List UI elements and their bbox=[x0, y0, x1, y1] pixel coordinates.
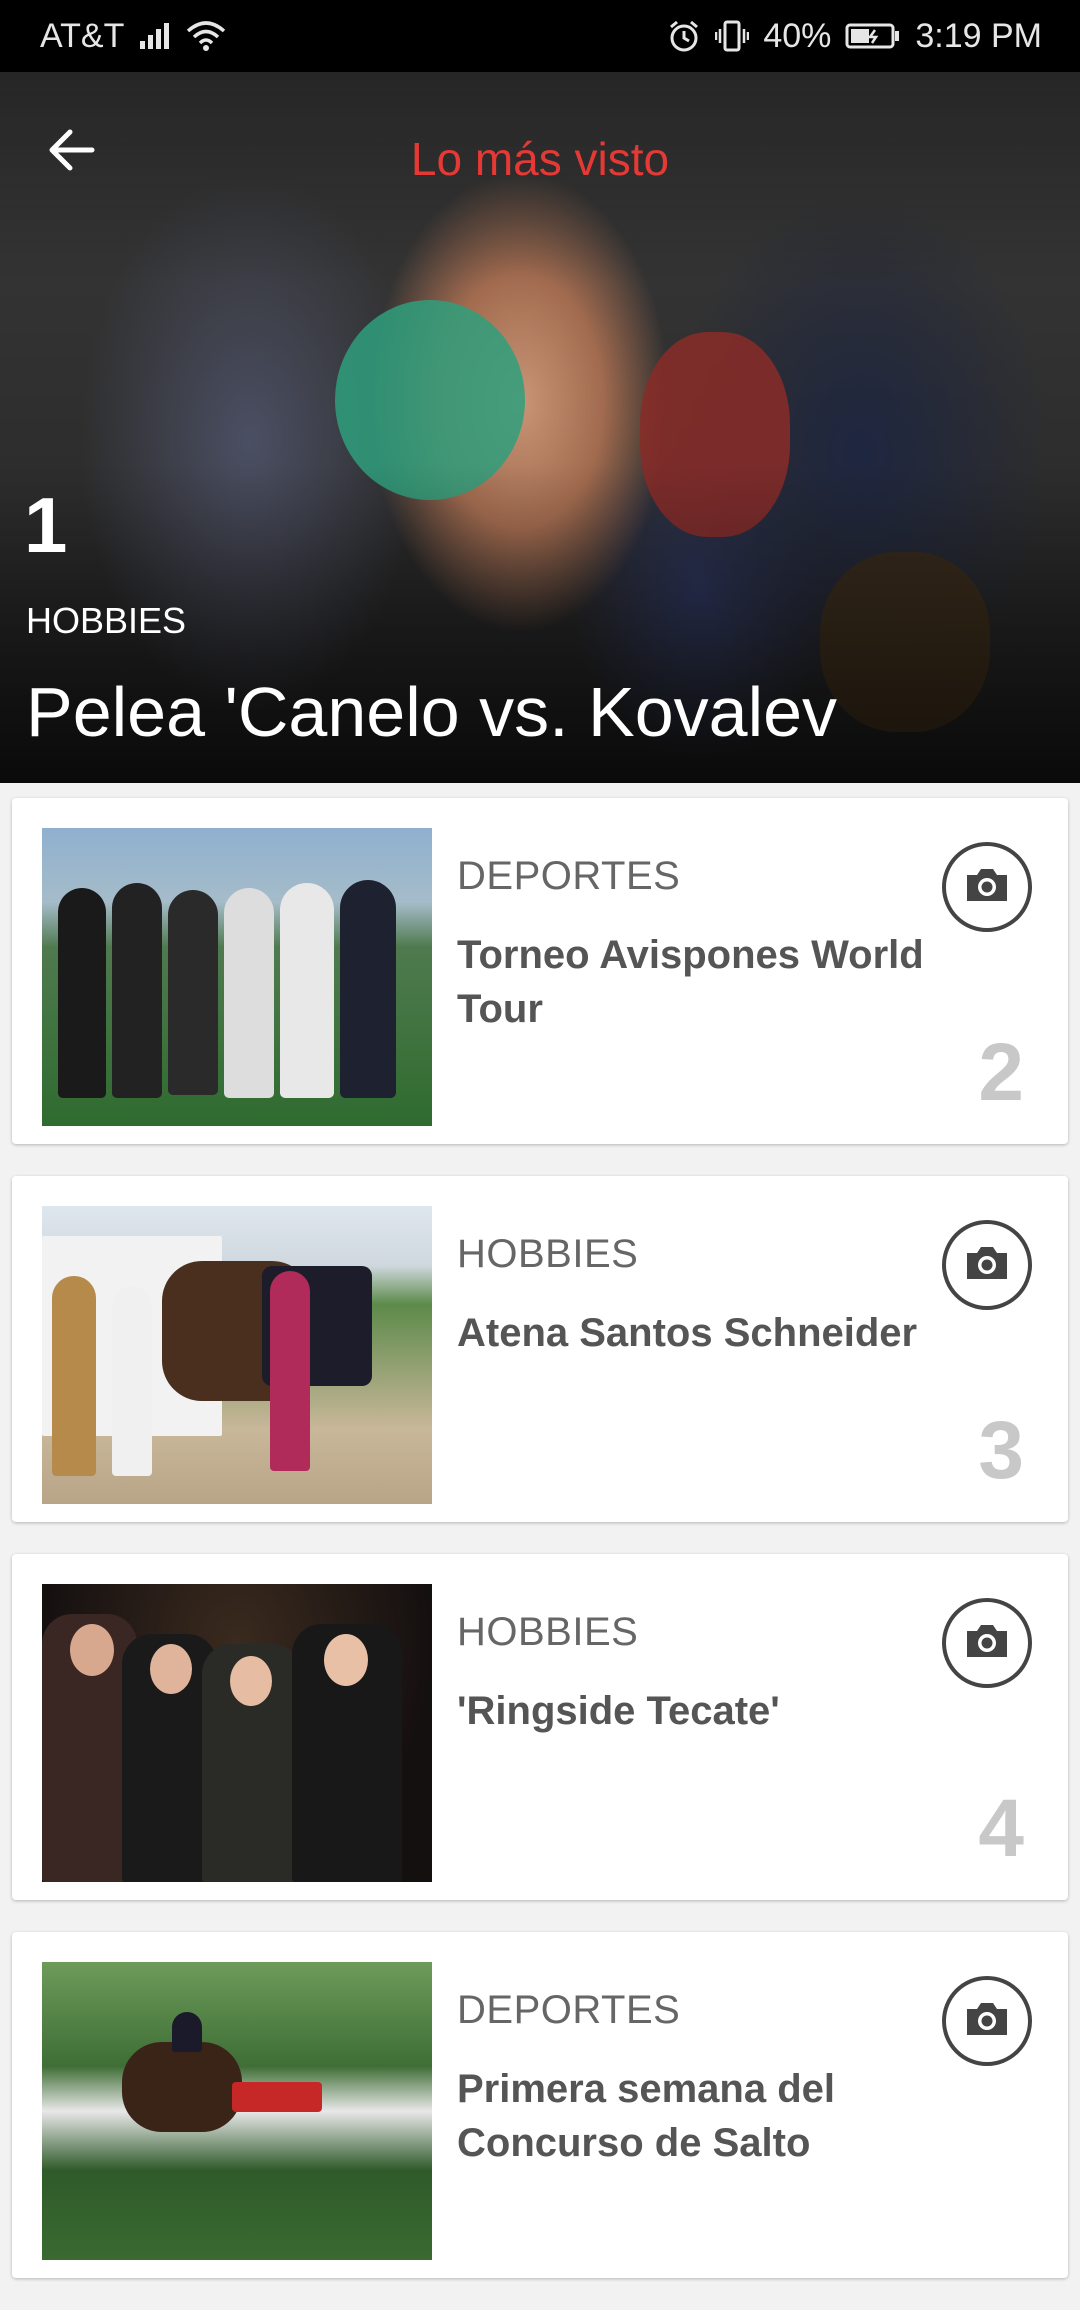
gallery-button[interactable] bbox=[942, 1220, 1032, 1310]
thumbnail-image bbox=[42, 1584, 432, 1882]
item-title[interactable]: Primera semana del Concurso de Salto bbox=[457, 2062, 937, 2170]
gallery-button[interactable] bbox=[942, 1598, 1032, 1688]
camera-icon bbox=[963, 865, 1011, 910]
thumbnail-image bbox=[42, 828, 432, 1126]
status-bar: AT&T 40% 3:19 PM bbox=[0, 0, 1080, 72]
list-item[interactable]: HOBBIES 'Ringside Tecate' 4 bbox=[12, 1554, 1068, 1900]
story-list: DEPORTES Torneo Avispones World Tour 2 H… bbox=[12, 798, 1068, 2310]
item-title[interactable]: 'Ringside Tecate' bbox=[457, 1684, 937, 1738]
page-title: Lo más visto bbox=[410, 133, 670, 185]
carrier-label: AT&T bbox=[40, 16, 125, 55]
thumbnail-image bbox=[42, 1962, 432, 2260]
item-title[interactable]: Atena Santos Schneider bbox=[457, 1306, 937, 1360]
signal-icon bbox=[138, 21, 172, 51]
item-rank: 4 bbox=[978, 1783, 1024, 1874]
item-category: HOBBIES bbox=[457, 1232, 639, 1276]
item-rank: 2 bbox=[978, 1027, 1024, 1118]
item-rank: 3 bbox=[978, 1405, 1024, 1496]
featured-category: HOBBIES bbox=[26, 600, 187, 641]
list-item[interactable]: DEPORTES Primera semana del Concurso de … bbox=[12, 1932, 1068, 2278]
alarm-icon bbox=[667, 19, 701, 53]
clock: 3:19 PM bbox=[915, 16, 1042, 55]
item-category: HOBBIES bbox=[457, 1610, 639, 1654]
camera-icon bbox=[963, 1621, 1011, 1666]
featured-rank: 1 bbox=[24, 481, 68, 569]
camera-icon bbox=[963, 1999, 1011, 2044]
camera-icon bbox=[963, 1243, 1011, 1288]
item-category: DEPORTES bbox=[457, 1988, 681, 2032]
wifi-icon bbox=[186, 21, 226, 51]
list-item[interactable]: HOBBIES Atena Santos Schneider 3 bbox=[12, 1176, 1068, 1522]
list-item[interactable]: DEPORTES Torneo Avispones World Tour 2 bbox=[12, 798, 1068, 1144]
featured-headline[interactable]: Pelea 'Canelo vs. Kovalev bbox=[26, 672, 837, 752]
gallery-button[interactable] bbox=[942, 1976, 1032, 2066]
battery-icon bbox=[845, 21, 901, 51]
vibrate-icon bbox=[715, 19, 750, 53]
item-title[interactable]: Torneo Avispones World Tour bbox=[457, 928, 937, 1036]
gallery-button[interactable] bbox=[942, 842, 1032, 932]
thumbnail-image bbox=[42, 1206, 432, 1504]
featured-story[interactable]: Lo más visto 1 HOBBIES Pelea 'Canelo vs.… bbox=[0, 72, 1080, 783]
battery-percent: 40% bbox=[763, 16, 832, 55]
item-category: DEPORTES bbox=[457, 854, 681, 898]
